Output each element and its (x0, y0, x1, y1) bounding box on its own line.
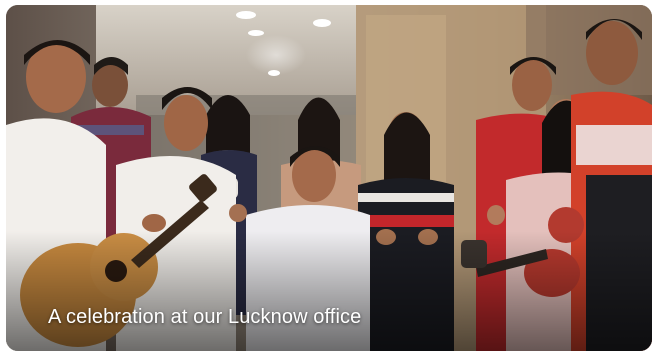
photo-card[interactable]: A celebration at our Lucknow office (6, 5, 652, 351)
caption-gradient (6, 231, 652, 351)
photo-caption: A celebration at our Lucknow office (48, 306, 362, 328)
